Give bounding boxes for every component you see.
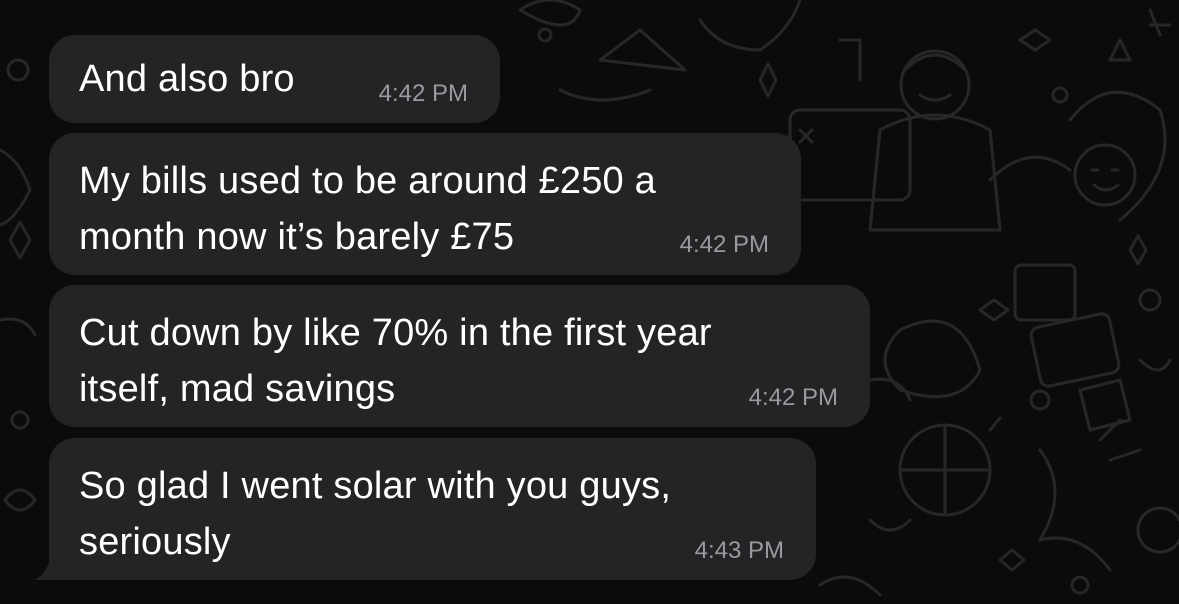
message-text: My bills used to be around £250 a month … [79, 153, 656, 265]
message-line: itself, mad savings [79, 368, 396, 410]
message-text: So glad I went solar with you guys, seri… [79, 458, 671, 570]
message-bubble[interactable]: My bills used to be around £250 a month … [49, 133, 801, 275]
message-bubble[interactable]: So glad I went solar with you guys, seri… [49, 438, 816, 580]
message-timestamp: 4:42 PM [378, 80, 468, 107]
message-bubble[interactable]: And also bro 4:42 PM [49, 35, 500, 123]
message-line: My bills used to be around £250 a [79, 160, 656, 202]
message-line: seriously [79, 521, 231, 563]
message-text: And also bro [79, 51, 295, 107]
message-timestamp: 4:43 PM [694, 537, 784, 564]
message-timestamp: 4:42 PM [748, 384, 838, 411]
message-timestamp: 4:42 PM [679, 231, 769, 258]
message-text: Cut down by like 70% in the first year i… [79, 305, 712, 417]
message-line: And also bro [79, 58, 295, 100]
message-line: month now it’s barely £75 [79, 216, 515, 258]
message-bubble[interactable]: Cut down by like 70% in the first year i… [49, 285, 870, 427]
message-line: So glad I went solar with you guys, [79, 465, 672, 507]
chat-area[interactable]: And also bro 4:42 PM My bills used to be… [0, 0, 1179, 604]
message-line: Cut down by like 70% in the first year [79, 312, 712, 354]
